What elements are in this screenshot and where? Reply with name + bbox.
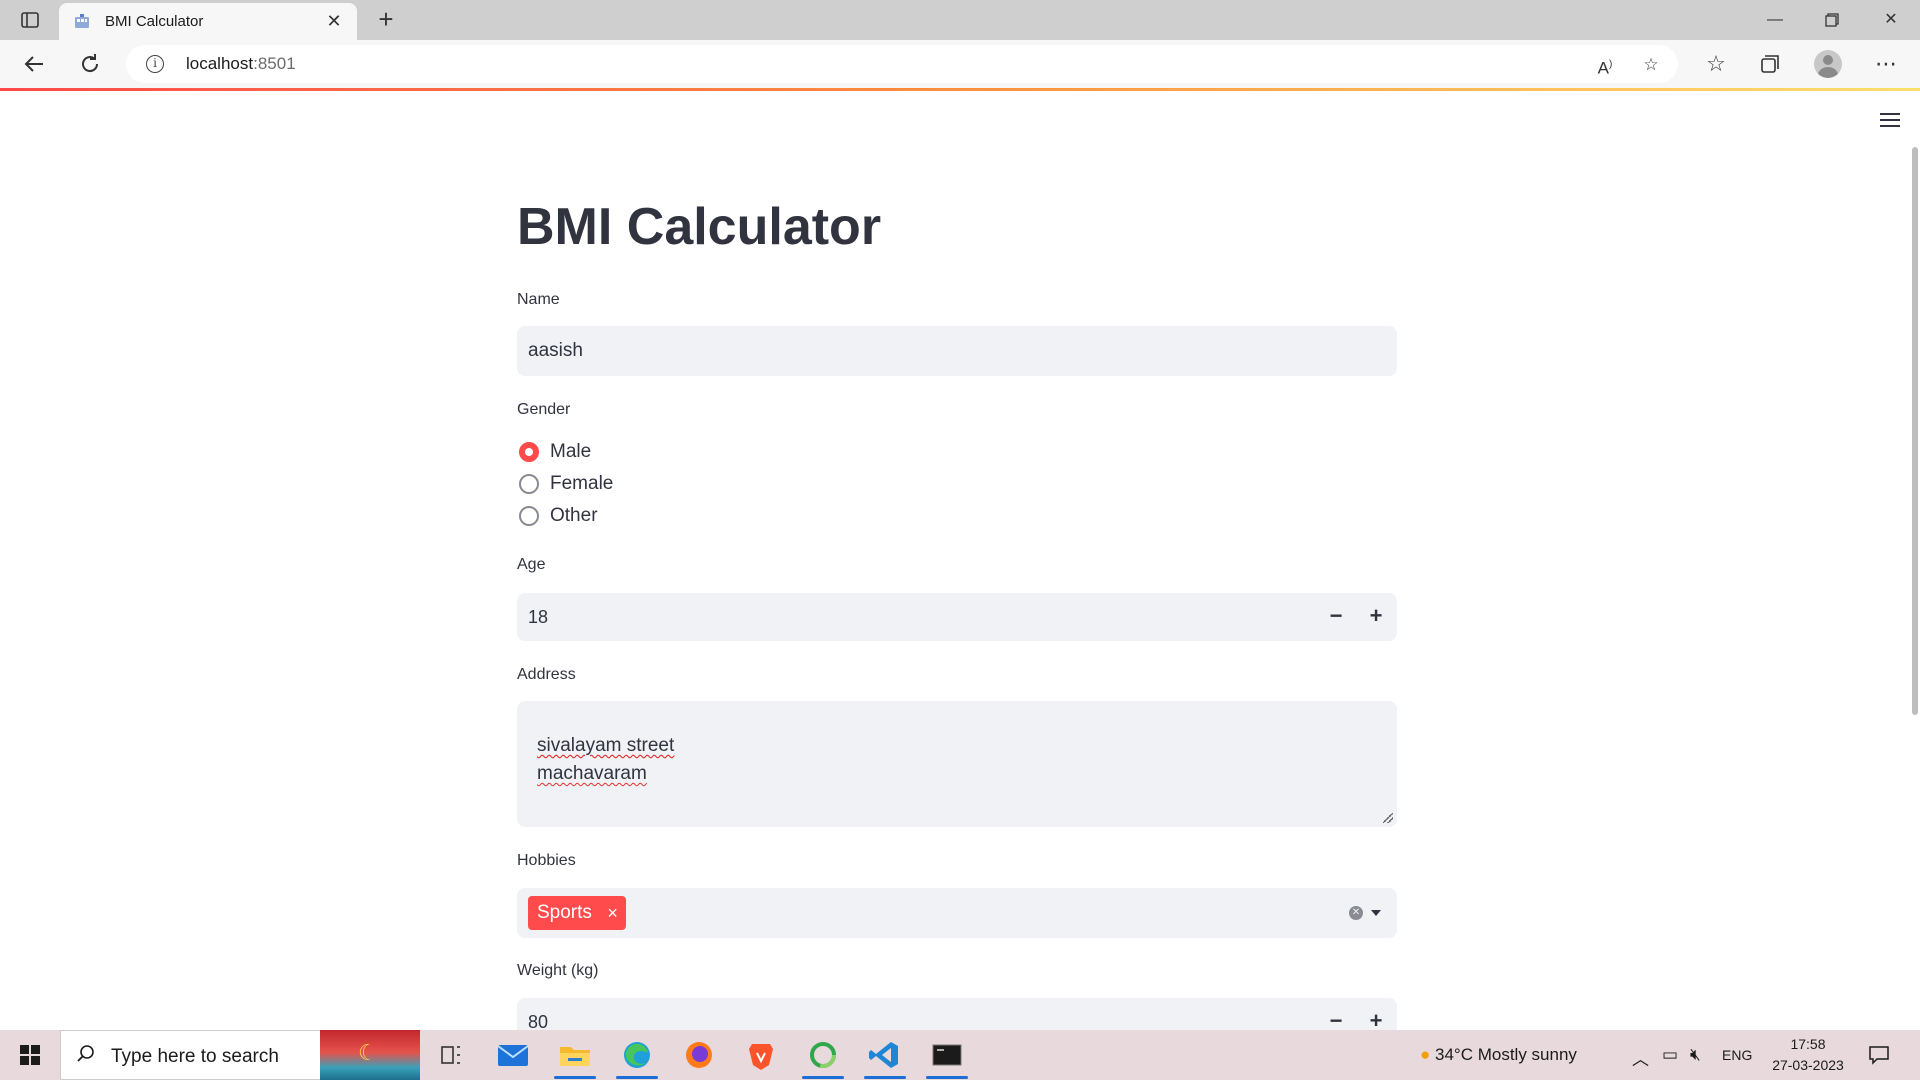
more-options-icon[interactable]: ⋯ (1872, 50, 1900, 78)
notifications-icon[interactable] (1868, 1045, 1890, 1070)
new-tab-button[interactable]: + (372, 6, 400, 34)
refresh-icon[interactable] (76, 50, 104, 78)
weight-number-input[interactable]: 80 − + (517, 998, 1397, 1030)
terminal-icon[interactable] (922, 1035, 972, 1079)
favorites-icon[interactable]: ☆ (1702, 50, 1730, 78)
close-window-icon[interactable]: ✕ (1879, 8, 1903, 32)
weather-sun-icon: ● (1420, 1045, 1431, 1064)
search-placeholder: Type here to search (111, 1046, 279, 1067)
read-aloud-icon[interactable]: A) (1594, 54, 1616, 78)
radio-unchecked-icon (519, 474, 539, 494)
weight-increment-button[interactable]: + (1360, 1006, 1392, 1030)
page-viewport: BMI Calculator Name aasish Gender Male F… (0, 91, 1920, 1030)
address-line: sivalayam street (537, 735, 675, 756)
age-increment-button[interactable]: + (1360, 601, 1392, 633)
radio-unchecked-icon (519, 506, 539, 526)
url-text: localhost:8501 (186, 54, 296, 73)
clear-all-icon[interactable]: ✕ (1349, 906, 1363, 920)
gender-label: Gender (517, 401, 571, 418)
hobby-tag-sports: Sports × (528, 896, 626, 930)
resize-handle-icon[interactable] (1383, 813, 1393, 823)
remove-tag-icon[interactable]: × (607, 896, 618, 930)
weight-decrement-button[interactable]: − (1320, 1006, 1352, 1030)
name-label: Name (517, 291, 560, 308)
search-highlight-art[interactable]: ☾ (320, 1030, 420, 1080)
brave-browser-icon[interactable] (736, 1035, 786, 1075)
app-ring-icon[interactable] (798, 1035, 848, 1079)
tab-actions-icon[interactable] (20, 10, 40, 30)
address-line: machavaram (537, 763, 647, 784)
edge-browser-icon[interactable] (612, 1035, 662, 1079)
weight-value: 80 (528, 1012, 549, 1030)
profile-avatar[interactable] (1814, 50, 1842, 78)
browser-tab[interactable]: BMI Calculator ✕ (59, 3, 357, 40)
mail-icon[interactable] (488, 1035, 538, 1075)
tab-title: BMI Calculator (105, 13, 204, 30)
restore-icon[interactable] (1820, 8, 1844, 32)
firefox-icon[interactable] (674, 1035, 724, 1075)
task-view-icon[interactable] (426, 1035, 476, 1075)
address-label: Address (517, 666, 576, 683)
radio-checked-icon (519, 442, 539, 462)
name-value: aasish (528, 340, 583, 361)
show-hidden-icons-icon[interactable]: ︿ (1632, 1045, 1649, 1070)
windows-taskbar: Type here to search ☾ ● 34°C Mostly sunn… (0, 1030, 1920, 1080)
browser-tab-bar: BMI Calculator ✕ + — ✕ (0, 0, 1920, 40)
tab-close-icon[interactable]: ✕ (325, 12, 343, 30)
weather-widget[interactable]: ● 34°C Mostly sunny (1420, 1045, 1577, 1065)
name-input[interactable]: aasish (517, 326, 1397, 376)
page-title: BMI Calculator (517, 198, 882, 256)
minimize-icon[interactable]: — (1763, 8, 1787, 32)
age-number-input[interactable]: 18 − + (517, 593, 1397, 641)
vscode-icon[interactable] (860, 1035, 910, 1079)
volume-muted-icon[interactable]: 🔇︎ (1690, 1045, 1701, 1065)
language-indicator[interactable]: ENG (1722, 1047, 1752, 1063)
hobbies-label: Hobbies (517, 852, 576, 869)
back-icon[interactable] (20, 50, 48, 78)
streamlit-favicon-icon (73, 13, 91, 31)
address-textarea[interactable]: sivalayam street machavaram (517, 701, 1397, 827)
meet-now-icon[interactable]: ▭ (1662, 1045, 1678, 1065)
age-value: 18 (528, 607, 549, 627)
hobbies-multiselect[interactable]: Sports × ✕ (517, 888, 1397, 938)
browser-toolbar: i localhost:8501 A) ☆ ☆ ⋯ (0, 40, 1920, 88)
windows-start-icon[interactable] (20, 1045, 40, 1065)
search-icon (77, 1045, 94, 1062)
page-scrollbar[interactable] (1912, 147, 1918, 715)
age-decrement-button[interactable]: − (1320, 601, 1352, 633)
main-menu-icon[interactable] (1880, 113, 1900, 129)
collections-icon[interactable] (1756, 50, 1784, 78)
taskbar-clock[interactable]: 17:58 27-03-2023 (1768, 1034, 1848, 1076)
age-label: Age (517, 556, 546, 573)
chevron-down-icon[interactable] (1371, 910, 1381, 916)
weight-label: Weight (kg) (517, 962, 599, 979)
address-bar[interactable]: i localhost:8501 A) ☆ (126, 45, 1678, 83)
file-explorer-icon[interactable] (550, 1035, 600, 1079)
site-info-icon[interactable]: i (146, 55, 164, 73)
add-favorite-icon[interactable]: ☆ (1640, 54, 1662, 76)
